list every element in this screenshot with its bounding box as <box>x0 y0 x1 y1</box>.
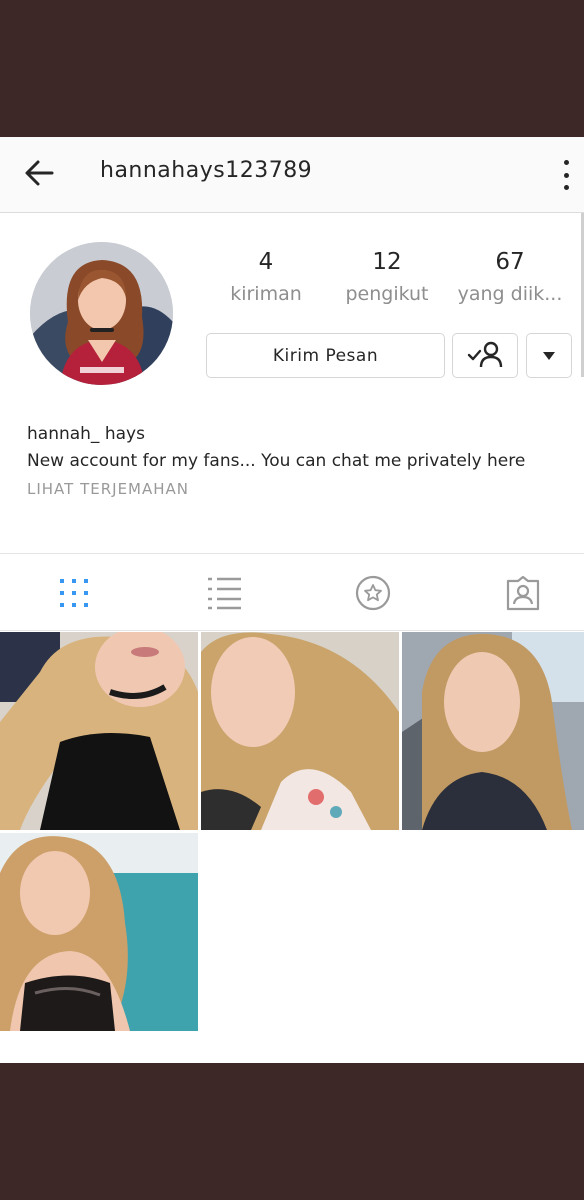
profile-username: hannahays123789 <box>100 158 313 183</box>
tab-grid[interactable] <box>54 573 94 613</box>
profile-full-name: hannah_ hays <box>27 424 145 444</box>
tab-list[interactable] <box>204 573 244 613</box>
stat-following[interactable]: 67 yang diik... <box>448 249 572 305</box>
photo-3[interactable] <box>402 632 584 830</box>
stat-followers-value: 12 <box>372 249 402 275</box>
send-message-button[interactable]: Kirim Pesan <box>206 333 445 378</box>
more-vertical-icon[interactable] <box>556 155 576 195</box>
profile-screen: hannahays123789 4 kiriman 12 pengikut 67… <box>0 137 584 1063</box>
stat-following-value: 67 <box>495 249 525 275</box>
stat-following-label: yang diik... <box>457 283 563 305</box>
photo-1[interactable] <box>0 632 198 830</box>
profile-stats: 4 kiriman 12 pengikut 67 yang diik... <box>222 249 572 319</box>
tab-tagged[interactable] <box>503 573 543 613</box>
top-bar: hannahays123789 <box>0 137 584 213</box>
following-button[interactable] <box>452 333 518 378</box>
photo-2[interactable] <box>201 632 399 830</box>
stat-posts-label: kiriman <box>230 283 302 305</box>
profile-tabs <box>0 553 584 631</box>
avatar[interactable] <box>30 242 173 385</box>
stat-followers-label: pengikut <box>345 283 429 305</box>
tagged-photos-icon <box>503 575 543 617</box>
list-icon <box>204 577 244 617</box>
bio-text: New account for my fans... You can chat … <box>27 451 526 471</box>
stat-followers[interactable]: 12 pengikut <box>334 249 440 305</box>
photo-4[interactable] <box>0 833 198 1031</box>
arrow-left-icon[interactable] <box>22 156 56 190</box>
user-check-icon <box>467 340 503 372</box>
caret-down-icon <box>542 346 556 365</box>
stat-posts[interactable]: 4 kiriman <box>222 249 310 305</box>
tab-favorites[interactable] <box>353 573 393 613</box>
profile-dropdown-button[interactable] <box>526 333 572 378</box>
see-translation-link[interactable]: LIHAT TERJEMAHAN <box>27 476 572 502</box>
grid-icon <box>54 579 94 617</box>
star-badge-icon <box>353 575 393 617</box>
profile-bio: hannah_ hays New account for my fans... … <box>27 421 572 502</box>
stat-posts-value: 4 <box>258 249 274 275</box>
